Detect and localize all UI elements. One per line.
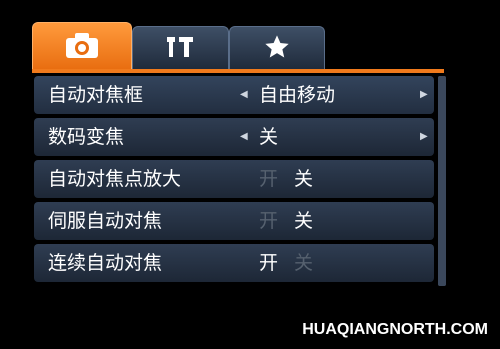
menu-row-label: 自动对焦点放大 [48, 168, 182, 190]
menu-row-label: 自动对焦框 [48, 84, 144, 106]
menu-row-label: 连续自动对焦 [48, 252, 163, 274]
arrow-right-icon[interactable]: ▶ [420, 128, 428, 146]
menu-row-servo-af[interactable]: 伺服自动对焦 开 关 [34, 202, 434, 240]
camera-icon [64, 31, 100, 63]
menu-row-continuous-af[interactable]: 连续自动对焦 开 关 [34, 244, 434, 282]
star-icon [263, 33, 291, 65]
menu-scrollbar[interactable] [438, 76, 446, 286]
option-on[interactable]: 开 [259, 166, 278, 192]
menu-row-digital-zoom[interactable]: 数码变焦 ◀ 关 ▶ [34, 118, 434, 156]
tab-underline [32, 69, 444, 73]
menu-row-value: 自由移动 [259, 84, 336, 106]
option-off[interactable]: 关 [294, 250, 313, 276]
option-on[interactable]: 开 [259, 250, 278, 276]
tab-setup[interactable] [132, 26, 229, 70]
option-off[interactable]: 关 [294, 208, 313, 234]
tab-shooting[interactable] [32, 22, 132, 70]
tab-my-menu[interactable] [229, 26, 325, 70]
wrench-settings-icon [161, 33, 201, 65]
menu-row-label: 伺服自动对焦 [48, 210, 163, 232]
menu-row-label: 数码变焦 [48, 126, 125, 148]
menu-row-value: 关 [259, 126, 279, 148]
option-off[interactable]: 关 [294, 166, 313, 192]
arrow-left-icon[interactable]: ◀ [240, 86, 248, 104]
watermark-text: HUAQIANGNORTH.COM [302, 321, 488, 338]
option-on[interactable]: 开 [259, 208, 278, 234]
scroll-thumb[interactable] [438, 76, 446, 286]
menu-row-af-frame[interactable]: 自动对焦框 ◀ 自由移动 ▶ [34, 76, 434, 114]
menu-row-af-point-zoom[interactable]: 自动对焦点放大 开 关 [34, 160, 434, 198]
arrow-right-icon[interactable]: ▶ [420, 86, 428, 104]
arrow-left-icon[interactable]: ◀ [240, 128, 248, 146]
